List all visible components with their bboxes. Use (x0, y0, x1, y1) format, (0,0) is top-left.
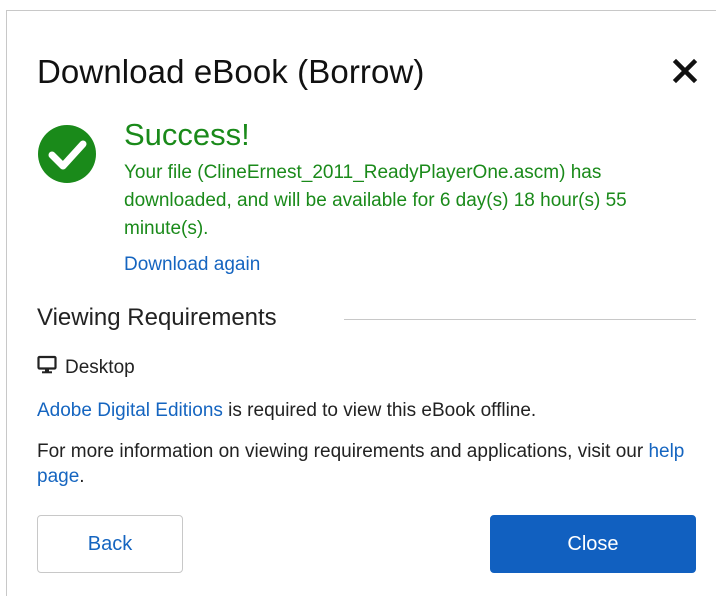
success-title: Success! (124, 117, 250, 152)
viewing-requirements-heading: Viewing Requirements (37, 304, 277, 331)
dialog-title: Download eBook (Borrow) (37, 53, 425, 90)
help-info-prefix: For more information on viewing requirem… (37, 441, 649, 462)
adobe-digital-editions-link[interactable]: Adobe Digital Editions (37, 400, 223, 421)
back-button[interactable]: Back (37, 515, 183, 573)
success-message: Your file (ClineErnest_2011_ReadyPlayerO… (124, 162, 627, 239)
help-info-text: For more information on viewing requirem… (37, 439, 687, 489)
close-button[interactable]: Close (490, 515, 696, 573)
app-requirement-text: Adobe Digital Editions is required to vi… (37, 400, 536, 422)
desktop-icon (37, 355, 57, 381)
download-again-link[interactable]: Download again (124, 254, 260, 276)
close-icon[interactable] (665, 51, 705, 91)
download-dialog: Download eBook (Borrow) Success! Your fi… (6, 10, 716, 596)
platform-row: Desktop (37, 355, 135, 381)
platform-label: Desktop (65, 357, 135, 378)
help-info-suffix: . (79, 466, 85, 487)
app-requirement-suffix: is required to view this eBook offline. (222, 400, 537, 421)
section-divider (344, 319, 696, 320)
check-circle-icon (37, 124, 97, 184)
